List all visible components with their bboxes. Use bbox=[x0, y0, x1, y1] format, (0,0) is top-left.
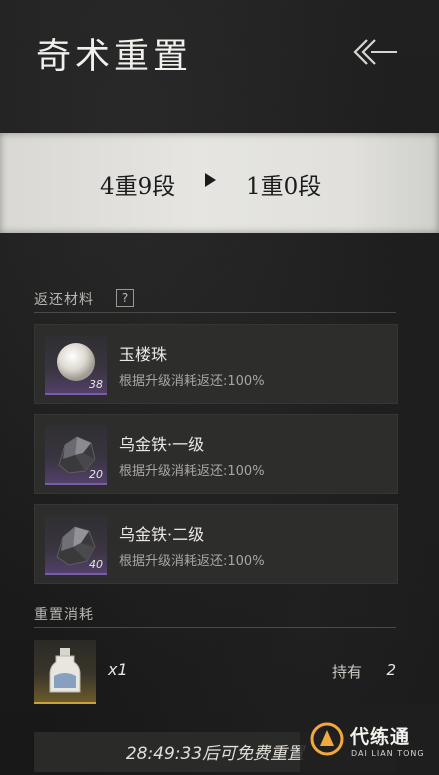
material-desc: 根据升级消耗返还:100% bbox=[119, 464, 265, 479]
arrow-right-icon bbox=[205, 173, 216, 187]
material-card: 38 玉楼珠 根据升级消耗返还:100% bbox=[34, 324, 398, 404]
section-divider bbox=[34, 627, 396, 628]
cost-qty: x1 bbox=[108, 660, 128, 679]
material-qty: 38 bbox=[89, 378, 103, 391]
held-label: 持有 bbox=[331, 663, 362, 681]
material-name: 乌金铁·一级 bbox=[119, 435, 205, 454]
watermark-logo-icon bbox=[310, 722, 344, 756]
material-thumb[interactable]: 38 bbox=[45, 335, 107, 395]
cost-row: x1 持有 2 bbox=[34, 640, 396, 706]
material-thumb[interactable]: 20 bbox=[45, 425, 107, 485]
material-card: 40 乌金铁·二级 根据升级消耗返还:100% bbox=[34, 504, 398, 584]
material-qty: 40 bbox=[89, 558, 103, 571]
watermark-text-cn: 代练通 bbox=[350, 726, 411, 748]
held-count: 2 bbox=[386, 661, 396, 679]
back-button[interactable] bbox=[351, 32, 401, 72]
material-desc: 根据升级消耗返还:100% bbox=[119, 374, 265, 389]
watermark-text-en: DAI LIAN TONG bbox=[351, 749, 425, 758]
back-arrow-icon bbox=[353, 39, 397, 65]
material-name: 乌金铁·二级 bbox=[119, 525, 205, 544]
page-title: 奇术重置 bbox=[36, 37, 193, 77]
to-level: 1重0段 bbox=[246, 174, 322, 200]
from-level: 4重9段 bbox=[100, 174, 176, 200]
material-card: 20 乌金铁·一级 根据升级消耗返还:100% bbox=[34, 414, 398, 494]
help-icon[interactable]: ? bbox=[116, 289, 134, 307]
material-thumb[interactable]: 40 bbox=[45, 515, 107, 575]
watermark: 代练通 DAI LIAN TONG bbox=[300, 704, 439, 775]
material-name: 玉楼珠 bbox=[119, 345, 168, 364]
section-divider bbox=[34, 312, 396, 313]
material-qty: 20 bbox=[89, 468, 103, 481]
cost-section-label: 重置消耗 bbox=[34, 607, 94, 623]
return-section-label: 返还材料 bbox=[34, 292, 94, 308]
potion-bottle-icon bbox=[49, 648, 81, 693]
material-desc: 根据升级消耗返还:100% bbox=[119, 554, 265, 569]
cost-item-thumb[interactable] bbox=[34, 640, 96, 704]
level-banner: 4重9段 1重0段 bbox=[0, 133, 439, 233]
